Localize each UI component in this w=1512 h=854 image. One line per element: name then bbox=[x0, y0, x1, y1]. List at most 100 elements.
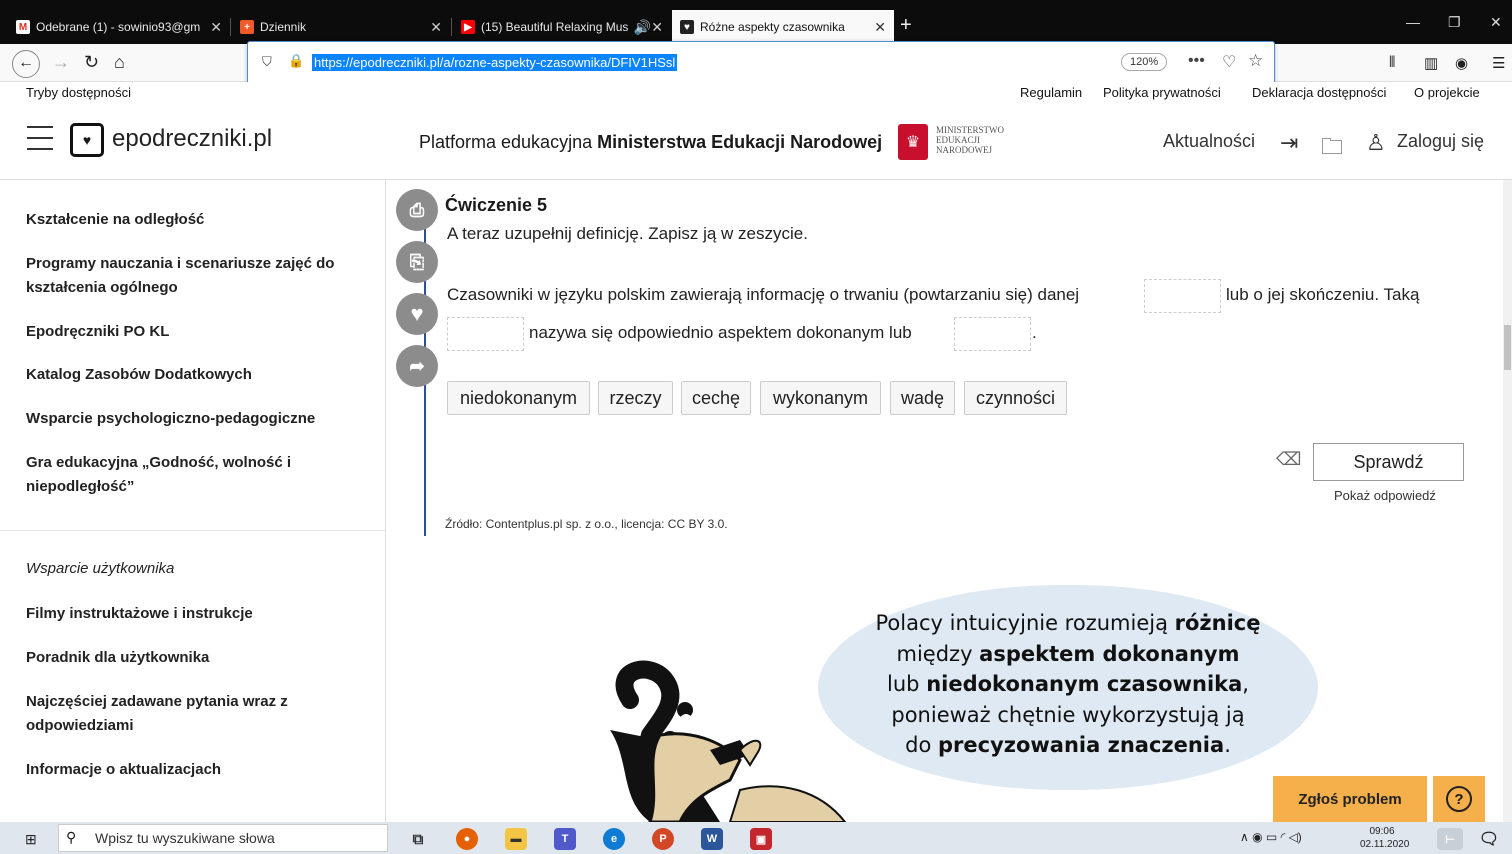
minimize-icon[interactable]: — bbox=[1406, 14, 1420, 30]
blank-drop-zone-2[interactable] bbox=[447, 317, 524, 351]
site-logo[interactable]: epodreczniki.pl bbox=[112, 125, 272, 153]
tab-active[interactable]: ♥ Różne aspekty czasownika ✕ bbox=[672, 10, 894, 44]
sidebar-item-epodreczniki-pokl[interactable]: Epodręczniki PO KL bbox=[26, 320, 356, 344]
privacy-link[interactable]: Polityka prywatności bbox=[1103, 85, 1221, 100]
show-answer-link[interactable]: Pokaż odpowiedź bbox=[1334, 488, 1436, 503]
word-tile[interactable]: czynności bbox=[964, 381, 1067, 415]
eraser-icon[interactable]: ⌫ bbox=[1276, 449, 1301, 470]
file-explorer-icon[interactable]: ▬ bbox=[505, 828, 527, 850]
help-icon: ? bbox=[1446, 786, 1472, 812]
news-link[interactable]: Aktualności bbox=[1163, 131, 1255, 152]
menu-icon[interactable]: ☰ bbox=[1492, 54, 1505, 72]
sidebar-item-guide[interactable]: Poradnik dla użytkownika bbox=[26, 646, 356, 670]
clock-time: 09:06 bbox=[1369, 826, 1395, 837]
word-tile[interactable]: niedokonanym bbox=[447, 381, 590, 415]
blank-drop-zone-1[interactable] bbox=[1144, 279, 1221, 313]
user-icon[interactable]: ♙ bbox=[1366, 130, 1386, 156]
system-tray-icons[interactable]: ∧ ◉ ▭ ◜ ◁) bbox=[1240, 830, 1302, 844]
browser-tab-bar: M Odebrane (1) - sowinio93@gm ✕ + Dzienn… bbox=[0, 0, 1512, 44]
taskbar-clock[interactable]: 09:06 02.11.2020 bbox=[1360, 825, 1409, 851]
url-bar[interactable]: ⛉ 🔒 https://epodreczniki.pl/a/rozne-aspe… bbox=[247, 41, 1275, 84]
word-tile[interactable]: cechę bbox=[681, 381, 751, 415]
sidebar-item-curricula[interactable]: Programy nauczania i scenariusze zajęć d… bbox=[26, 252, 356, 300]
sidebar-item-updates[interactable]: Informacje o aktualizacjach bbox=[26, 758, 356, 782]
new-tab-button[interactable]: + bbox=[900, 14, 912, 37]
notifications-icon[interactable]: 🗨 bbox=[1478, 828, 1500, 850]
audio-close-icon[interactable]: 🔊✕ bbox=[634, 19, 663, 36]
logo-icon[interactable]: ♥ bbox=[70, 123, 104, 157]
word-tile[interactable]: rzeczy bbox=[598, 381, 673, 415]
forward-icon[interactable]: → bbox=[52, 52, 70, 73]
more-actions-icon[interactable]: ••• bbox=[1188, 52, 1205, 70]
reload-icon[interactable]: ↻ bbox=[84, 52, 99, 73]
bubble-bold: aspektem dokonanym bbox=[979, 641, 1240, 666]
ministry-line: NARODOWEJ bbox=[936, 145, 992, 155]
accessibility-declaration-link[interactable]: Deklaracja dostępności bbox=[1252, 85, 1386, 100]
login-link[interactable]: Zaloguj się bbox=[1397, 131, 1484, 152]
lock-icon[interactable]: 🔒 bbox=[288, 53, 304, 69]
firefox-icon[interactable]: ● bbox=[456, 828, 478, 850]
bubble-bold: różnicę bbox=[1174, 611, 1261, 635]
check-button[interactable]: Sprawdź bbox=[1313, 443, 1464, 481]
close-tab-icon[interactable]: ✕ bbox=[430, 19, 442, 36]
report-problem-button[interactable]: Zgłoś problem bbox=[1273, 776, 1427, 822]
blank-drop-zone-3[interactable] bbox=[954, 317, 1031, 351]
powerpoint-icon[interactable]: P bbox=[652, 828, 674, 850]
taskbar-search-input[interactable]: Wpisz tu wyszukiwane słowa bbox=[58, 824, 388, 852]
windows-start-icon[interactable]: ⊞ bbox=[25, 831, 37, 848]
tab-youtube[interactable]: ▶ (15) Beautiful Relaxing Musi 🔊✕ bbox=[453, 10, 671, 44]
tab-title: Dziennik bbox=[260, 20, 307, 34]
bubble-text: między bbox=[896, 641, 980, 666]
terms-link[interactable]: Regulamin bbox=[1020, 85, 1082, 100]
platform-prefix: Platforma edukacyjna bbox=[419, 132, 598, 152]
print-icon[interactable]: ⎙ bbox=[396, 189, 438, 231]
scrollbar-thumb[interactable] bbox=[1504, 325, 1511, 370]
sign-in-arrow-icon[interactable]: ⇥ bbox=[1280, 130, 1298, 156]
bookmark-star-icon[interactable]: ☆ bbox=[1248, 51, 1263, 71]
maximize-icon[interactable]: ❐ bbox=[1448, 14, 1461, 31]
word-icon[interactable]: W bbox=[701, 828, 723, 850]
sidebar-item-remote-learning[interactable]: Kształcenie na odległość bbox=[26, 208, 356, 232]
about-link[interactable]: O projekcie bbox=[1414, 85, 1480, 100]
app-icon[interactable]: ▣ bbox=[750, 828, 772, 850]
zoom-level[interactable]: 120% bbox=[1121, 53, 1168, 71]
close-tab-icon[interactable]: ✕ bbox=[210, 19, 222, 36]
close-window-icon[interactable]: ✕ bbox=[1490, 14, 1502, 31]
sidebar-icon[interactable]: ▥ bbox=[1424, 54, 1438, 72]
sidebar-item-resources-catalog[interactable]: Katalog Zasobów Dodatkowych bbox=[26, 363, 356, 387]
word-tile[interactable]: wadę bbox=[890, 381, 955, 415]
pdf-icon[interactable]: ⎘ bbox=[396, 241, 438, 283]
home-icon[interactable]: ⌂ bbox=[114, 52, 125, 73]
folder-icon[interactable]: 🗀 bbox=[1321, 130, 1343, 168]
page-scrollbar[interactable] bbox=[1503, 180, 1512, 822]
back-icon[interactable]: ← bbox=[12, 50, 40, 78]
library-icon[interactable]: ⫴ bbox=[1389, 54, 1395, 71]
ministry-logo: MINISTERSTWO EDUKACJI NARODOWEJ bbox=[936, 125, 1004, 155]
url-text[interactable]: https://epodreczniki.pl/a/rozne-aspekty-… bbox=[312, 54, 678, 71]
sidebar-divider bbox=[0, 530, 386, 531]
edge-icon[interactable]: e bbox=[603, 828, 625, 850]
heart-icon[interactable]: ♥ bbox=[396, 293, 438, 335]
task-view-icon[interactable]: ⧉ bbox=[407, 828, 429, 850]
help-button[interactable]: ? bbox=[1433, 776, 1485, 822]
site-header: ♥ epodreczniki.pl Platforma edukacyjna M… bbox=[0, 104, 1512, 180]
sidebar-item-faq[interactable]: Najczęściej zadawane pytania wraz z odpo… bbox=[26, 690, 316, 738]
share-icon[interactable]: ➦ bbox=[396, 345, 438, 387]
widget-icon[interactable]: ⊢ bbox=[1437, 828, 1463, 850]
accessibility-link[interactable]: Tryby dostępności bbox=[26, 85, 131, 100]
tab-dziennik[interactable]: + Dziennik ✕ bbox=[232, 10, 450, 44]
hamburger-menu-icon[interactable] bbox=[27, 126, 53, 150]
sidebar-item-game[interactable]: Gra edukacyjna „Godność, wolność i niepo… bbox=[26, 451, 316, 499]
sidebar-item-tutorials[interactable]: Filmy instruktażowe i instrukcje bbox=[26, 602, 356, 626]
youtube-icon: ▶ bbox=[461, 20, 475, 34]
shield-icon[interactable]: ⛉ bbox=[262, 54, 272, 70]
word-tile[interactable]: wykonanym bbox=[760, 381, 881, 415]
teams-icon[interactable]: T bbox=[554, 828, 576, 850]
pocket-icon[interactable]: ♡ bbox=[1222, 52, 1236, 72]
sidebar-item-psych-support[interactable]: Wsparcie psychologiczno-pedagogiczne bbox=[26, 407, 356, 431]
search-icon: ⚲ bbox=[66, 829, 77, 845]
tab-gmail[interactable]: M Odebrane (1) - sowinio93@gm ✕ bbox=[8, 10, 230, 44]
close-tab-icon[interactable]: ✕ bbox=[874, 19, 886, 36]
account-icon[interactable]: ◉ bbox=[1455, 54, 1468, 72]
dziennik-icon: + bbox=[240, 20, 254, 34]
